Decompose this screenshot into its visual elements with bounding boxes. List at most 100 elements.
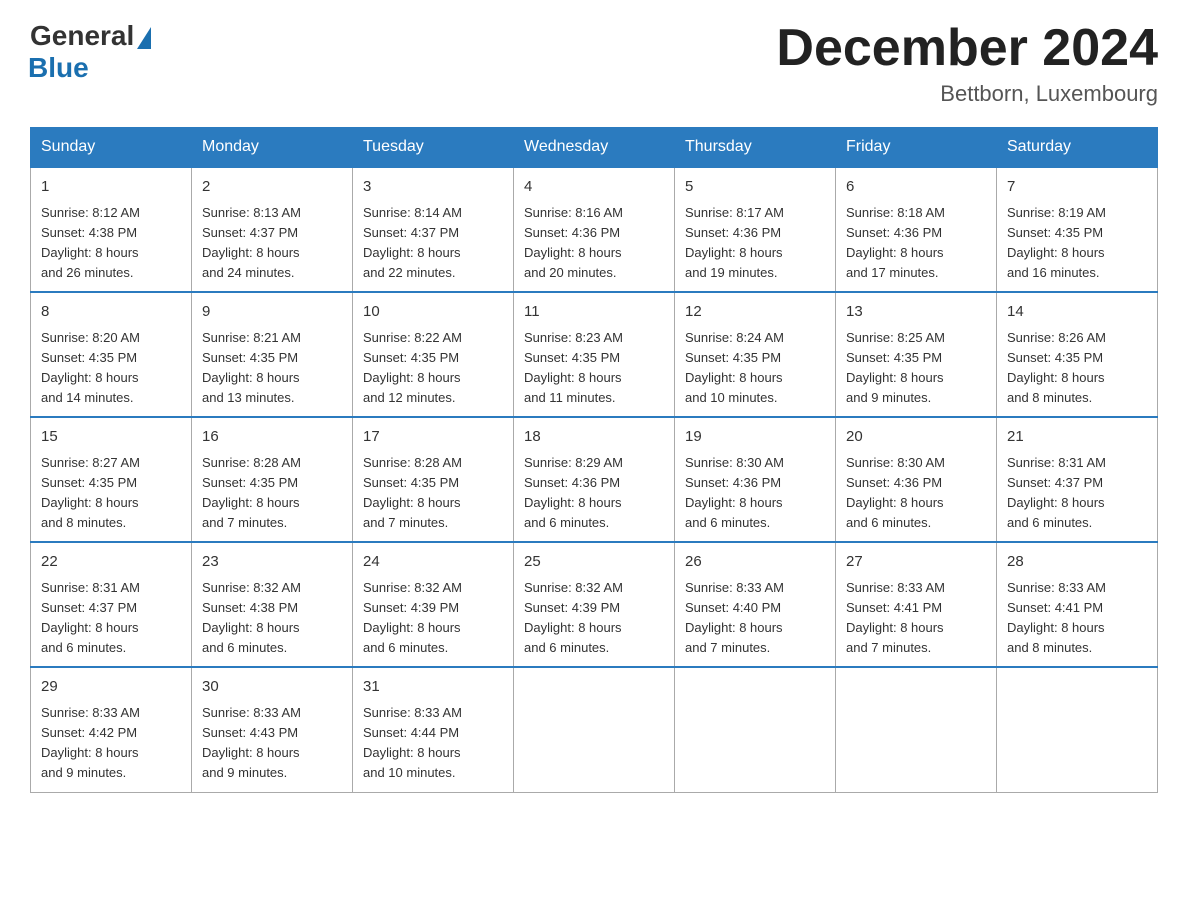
logo-triangle-icon [137,27,151,49]
week-row-4: 22 Sunrise: 8:31 AMSunset: 4:37 PMDayligh… [31,542,1158,667]
day-cell: 4 Sunrise: 8:16 AMSunset: 4:36 PMDaylight… [514,167,675,292]
day-cell: 16 Sunrise: 8:28 AMSunset: 4:35 PMDayligh… [192,417,353,542]
day-cell: 9 Sunrise: 8:21 AMSunset: 4:35 PMDaylight… [192,292,353,417]
day-info: Sunrise: 8:17 AMSunset: 4:36 PMDaylight:… [685,203,825,284]
header-monday: Monday [192,128,353,168]
day-number: 15 [41,426,181,449]
day-cell: 25 Sunrise: 8:32 AMSunset: 4:39 PMDayligh… [514,542,675,667]
day-cell: 10Sunrise: 8:22 AMSunset: 4:35 PMDayligh… [353,292,514,417]
day-number: 4 [524,176,664,199]
day-number: 27 [846,551,986,574]
day-number: 22 [41,551,181,574]
day-info: Sunrise: 8:33 AMSunset: 4:41 PMDaylight:… [1007,578,1147,659]
header-sunday: Sunday [31,128,192,168]
day-info: Sunrise: 8:33 AMSunset: 4:40 PMDaylight:… [685,578,825,659]
day-info: Sunrise: 8:23 AMSunset: 4:35 PMDaylight:… [524,328,664,409]
day-cell: 2 Sunrise: 8:13 AMSunset: 4:37 PMDaylight… [192,167,353,292]
day-number: 25 [524,551,664,574]
day-number: 24 [363,551,503,574]
day-info: Sunrise: 8:32 AMSunset: 4:38 PMDaylight:… [202,578,342,659]
day-info: Sunrise: 8:13 AMSunset: 4:37 PMDaylight:… [202,203,342,284]
day-number: 21 [1007,426,1147,449]
day-number: 3 [363,176,503,199]
day-number: 5 [685,176,825,199]
day-info: Sunrise: 8:21 AMSunset: 4:35 PMDaylight:… [202,328,342,409]
day-info: Sunrise: 8:12 AMSunset: 4:38 PMDaylight:… [41,203,181,284]
day-info: Sunrise: 8:27 AMSunset: 4:35 PMDaylight:… [41,453,181,534]
day-info: Sunrise: 8:33 AMSunset: 4:41 PMDaylight:… [846,578,986,659]
day-number: 29 [41,676,181,699]
day-cell: 22 Sunrise: 8:31 AMSunset: 4:37 PMDayligh… [31,542,192,667]
day-cell [997,667,1158,792]
day-number: 12 [685,301,825,324]
day-info: Sunrise: 8:30 AMSunset: 4:36 PMDaylight:… [846,453,986,534]
day-info: Sunrise: 8:31 AMSunset: 4:37 PMDaylight:… [41,578,181,659]
day-cell: 23 Sunrise: 8:32 AMSunset: 4:38 PMDayligh… [192,542,353,667]
day-number: 6 [846,176,986,199]
day-cell: 24 Sunrise: 8:32 AMSunset: 4:39 PMDayligh… [353,542,514,667]
month-title: December 2024 [776,20,1158,77]
header-row: SundayMondayTuesdayWednesdayThursdayFrid… [31,128,1158,168]
day-info: Sunrise: 8:32 AMSunset: 4:39 PMDaylight:… [524,578,664,659]
day-number: 26 [685,551,825,574]
day-cell: 19Sunrise: 8:30 AMSunset: 4:36 PMDayligh… [675,417,836,542]
day-cell [675,667,836,792]
week-row-2: 8 Sunrise: 8:20 AMSunset: 4:35 PMDaylight… [31,292,1158,417]
day-info: Sunrise: 8:26 AMSunset: 4:35 PMDaylight:… [1007,328,1147,409]
day-number: 1 [41,176,181,199]
day-cell: 14Sunrise: 8:26 AMSunset: 4:35 PMDayligh… [997,292,1158,417]
day-info: Sunrise: 8:19 AMSunset: 4:35 PMDaylight:… [1007,203,1147,284]
day-info: Sunrise: 8:33 AMSunset: 4:44 PMDaylight:… [363,703,503,784]
day-cell: 28Sunrise: 8:33 AMSunset: 4:41 PMDayligh… [997,542,1158,667]
logo-top: General [30,20,151,52]
day-cell: 29 Sunrise: 8:33 AMSunset: 4:42 PMDayligh… [31,667,192,792]
day-cell: 27 Sunrise: 8:33 AMSunset: 4:41 PMDayligh… [836,542,997,667]
week-row-5: 29 Sunrise: 8:33 AMSunset: 4:42 PMDayligh… [31,667,1158,792]
day-cell: 6 Sunrise: 8:18 AMSunset: 4:36 PMDaylight… [836,167,997,292]
day-number: 9 [202,301,342,324]
day-number: 20 [846,426,986,449]
day-info: Sunrise: 8:20 AMSunset: 4:35 PMDaylight:… [41,328,181,409]
day-cell: 17Sunrise: 8:28 AMSunset: 4:35 PMDayligh… [353,417,514,542]
logo-blue-text: Blue [28,52,89,84]
page-header: General Blue December 2024 Bettborn, Lux… [30,20,1158,107]
day-info: Sunrise: 8:14 AMSunset: 4:37 PMDaylight:… [363,203,503,284]
header-wednesday: Wednesday [514,128,675,168]
day-info: Sunrise: 8:28 AMSunset: 4:35 PMDaylight:… [202,453,342,534]
day-cell: 8 Sunrise: 8:20 AMSunset: 4:35 PMDaylight… [31,292,192,417]
day-cell: 15 Sunrise: 8:27 AMSunset: 4:35 PMDayligh… [31,417,192,542]
day-cell: 21Sunrise: 8:31 AMSunset: 4:37 PMDayligh… [997,417,1158,542]
day-number: 16 [202,426,342,449]
location-subtitle: Bettborn, Luxembourg [776,81,1158,107]
day-info: Sunrise: 8:32 AMSunset: 4:39 PMDaylight:… [363,578,503,659]
header-saturday: Saturday [997,128,1158,168]
day-number: 2 [202,176,342,199]
day-number: 30 [202,676,342,699]
day-number: 7 [1007,176,1147,199]
day-number: 31 [363,676,503,699]
day-number: 18 [524,426,664,449]
week-row-1: 1 Sunrise: 8:12 AMSunset: 4:38 PMDaylight… [31,167,1158,292]
header-thursday: Thursday [675,128,836,168]
day-cell: 31 Sunrise: 8:33 AMSunset: 4:44 PMDayligh… [353,667,514,792]
day-cell: 1 Sunrise: 8:12 AMSunset: 4:38 PMDaylight… [31,167,192,292]
day-cell: 5 Sunrise: 8:17 AMSunset: 4:36 PMDaylight… [675,167,836,292]
day-cell [514,667,675,792]
day-number: 23 [202,551,342,574]
calendar-table: SundayMondayTuesdayWednesdayThursdayFrid… [30,127,1158,792]
day-info: Sunrise: 8:22 AMSunset: 4:35 PMDaylight:… [363,328,503,409]
day-cell: 3 Sunrise: 8:14 AMSunset: 4:37 PMDaylight… [353,167,514,292]
day-info: Sunrise: 8:16 AMSunset: 4:36 PMDaylight:… [524,203,664,284]
day-cell: 20 Sunrise: 8:30 AMSunset: 4:36 PMDayligh… [836,417,997,542]
title-section: December 2024 Bettborn, Luxembourg [776,20,1158,107]
day-cell: 26 Sunrise: 8:33 AMSunset: 4:40 PMDayligh… [675,542,836,667]
day-info: Sunrise: 8:33 AMSunset: 4:42 PMDaylight:… [41,703,181,784]
day-number: 8 [41,301,181,324]
day-number: 19 [685,426,825,449]
header-friday: Friday [836,128,997,168]
day-cell: 18Sunrise: 8:29 AMSunset: 4:36 PMDayligh… [514,417,675,542]
day-info: Sunrise: 8:24 AMSunset: 4:35 PMDaylight:… [685,328,825,409]
logo: General Blue [30,20,151,84]
day-info: Sunrise: 8:18 AMSunset: 4:36 PMDaylight:… [846,203,986,284]
day-info: Sunrise: 8:28 AMSunset: 4:35 PMDaylight:… [363,453,503,534]
